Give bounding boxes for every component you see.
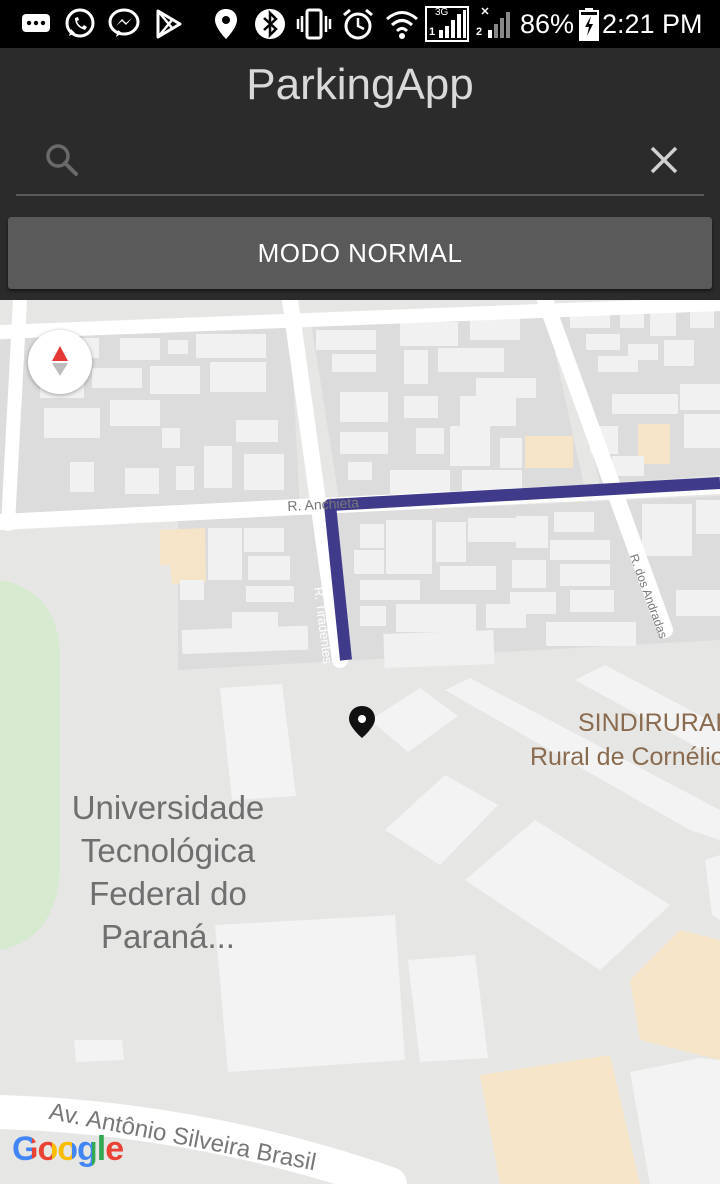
university-line-4: Paraná... [101, 918, 235, 955]
sim1-label: 1 [429, 26, 436, 38]
search-icon [46, 144, 78, 176]
clock: 2:21 PM [602, 9, 703, 39]
place-label-university: Universidade Tecnológica Federal do Para… [58, 786, 278, 958]
university-line-3: Federal do [89, 875, 247, 912]
alarm-icon [343, 8, 373, 40]
google-attribution: Google [12, 1130, 124, 1168]
sindirural-line-1: SINDIRURAL [578, 709, 720, 737]
university-line-1: Universidade [71, 789, 265, 826]
close-icon[interactable] [644, 140, 684, 180]
message-icon [22, 14, 50, 32]
sim2-label: 2 [476, 26, 483, 38]
google-logo: Google [12, 1130, 124, 1169]
signal-sim1-icon: 3G 1 [425, 6, 469, 42]
battery-charging-icon [579, 8, 599, 41]
messenger-icon [108, 8, 140, 37]
network-type-label: 3G [435, 7, 449, 18]
whatsapp-icon [65, 8, 95, 38]
search-bar [16, 126, 704, 196]
play-store-icon [156, 9, 182, 39]
battery-percent: 86% [520, 9, 575, 39]
university-line-2: Tecnológica [80, 832, 256, 869]
map-view[interactable]: R. Anchieta R. Tiradentes R. dos Andrada… [0, 300, 720, 1184]
compass-button[interactable] [28, 330, 92, 394]
signal-sim2-icon: 2 [474, 6, 516, 42]
place-label-sindirural: SINDIRURAL Rural de Cornélio [530, 706, 720, 774]
sindirural-line-2: Rural de Cornélio [530, 743, 720, 771]
location-icon [215, 9, 237, 39]
bluetooth-icon [255, 9, 285, 39]
wifi-icon [386, 11, 418, 39]
status-bar: 3G 1 2 86% 2:21 PM [0, 0, 720, 48]
mode-normal-button[interactable]: MODO NORMAL [8, 217, 712, 289]
search-input[interactable] [96, 136, 640, 182]
compass-icon [52, 346, 68, 376]
app-title: ParkingApp [246, 60, 474, 109]
vibrate-icon [296, 8, 332, 40]
